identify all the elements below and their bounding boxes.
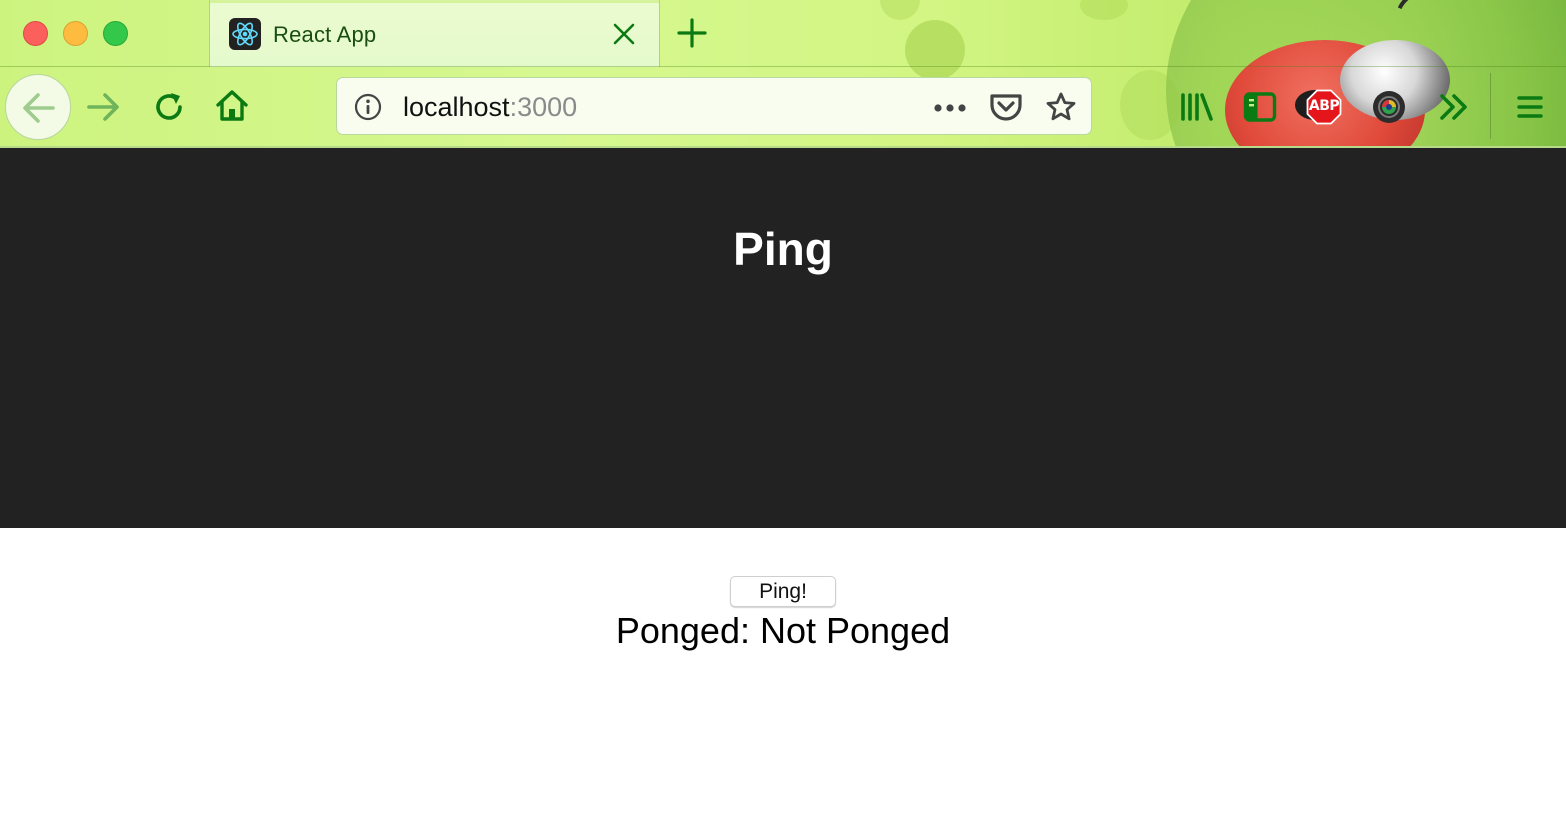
library-icon[interactable] [1180, 91, 1214, 123]
sidebar-icon[interactable] [1243, 91, 1277, 123]
app-header: Ping [0, 148, 1566, 528]
url-port: :3000 [509, 92, 578, 122]
pocket-icon[interactable] [989, 92, 1023, 122]
window-maximize-button[interactable] [103, 21, 128, 46]
bookmark-star-icon[interactable] [1045, 91, 1077, 123]
forward-arrow-icon [87, 93, 119, 121]
page-title: Ping [733, 223, 833, 275]
site-info-icon[interactable] [354, 93, 382, 121]
forward-button[interactable] [84, 89, 124, 125]
tab-title: React App [273, 22, 377, 47]
navigation-toolbar: localhost:3000 ABP [0, 66, 1566, 147]
window-minimize-button[interactable] [63, 21, 88, 46]
reload-button[interactable] [151, 89, 187, 125]
tab-react-app[interactable]: React App [209, 0, 660, 67]
hamburger-menu-icon[interactable] [1515, 93, 1545, 121]
url-bar[interactable]: localhost:3000 [336, 77, 1092, 135]
tab-close-icon[interactable] [612, 22, 636, 46]
back-arrow-icon [23, 93, 55, 123]
react-logo-icon [229, 18, 261, 50]
browser-chrome: React App localhost:3000 ABP [0, 0, 1566, 148]
home-icon [216, 90, 248, 121]
adblock-plus-icon[interactable]: ABP [1306, 89, 1342, 125]
tab-strip: React App [0, 0, 1566, 67]
home-button[interactable] [214, 88, 250, 124]
url-text[interactable]: localhost:3000 [403, 92, 577, 123]
page-actions-icon[interactable] [933, 103, 967, 113]
camera-icon[interactable] [1371, 89, 1407, 125]
url-host: localhost [403, 92, 510, 122]
reload-icon [156, 93, 182, 120]
toolbar-separator [1490, 73, 1491, 139]
ping-button[interactable]: Ping! [730, 576, 836, 607]
pong-status-text: Ponged: Not Ponged [615, 610, 951, 651]
window-close-button[interactable] [23, 21, 48, 46]
new-tab-button[interactable] [676, 17, 708, 49]
back-button[interactable] [5, 74, 71, 140]
overflow-chevron-icon[interactable] [1438, 91, 1470, 123]
adblock-label: ABP [1308, 98, 1340, 114]
